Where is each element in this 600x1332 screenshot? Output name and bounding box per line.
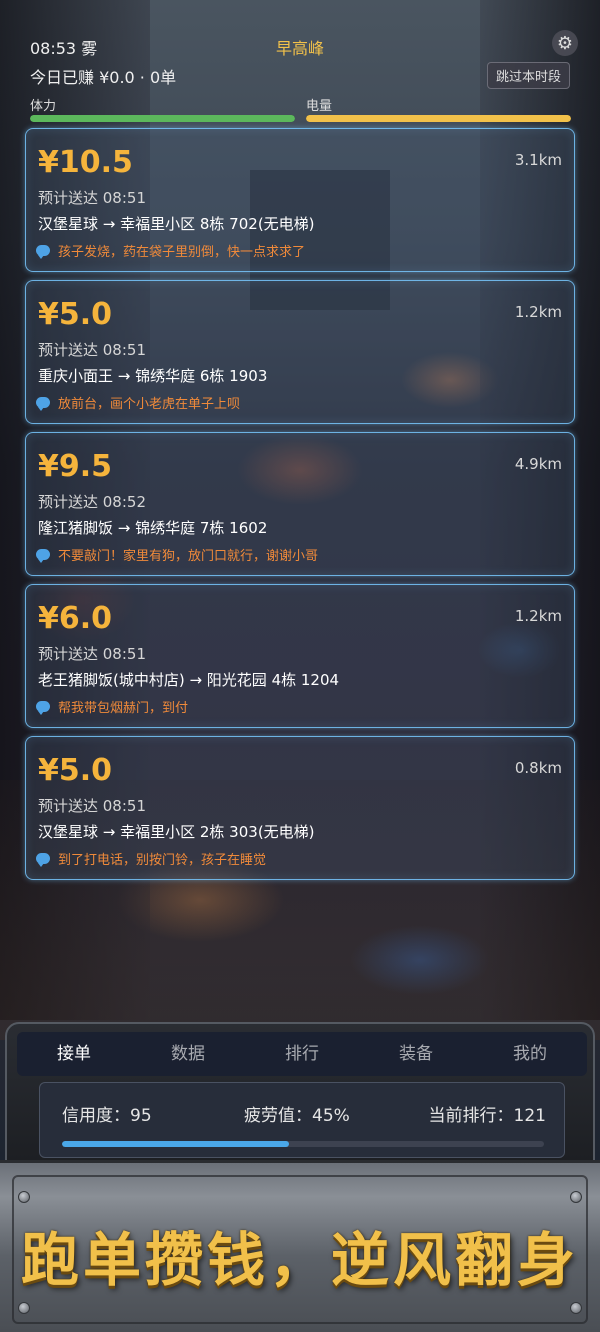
bolt-icon — [18, 1191, 30, 1203]
order-note: 不要敲门！家里有狗，放门口就行，谢谢小哥 — [36, 545, 318, 564]
credit-score: 信用度：95 — [62, 1106, 152, 1126]
message-icon — [36, 853, 50, 867]
tab-ranking[interactable]: 排行 — [245, 1032, 359, 1076]
order-price: ¥10.5 — [38, 145, 133, 180]
order-price: ¥6.0 — [38, 601, 113, 636]
order-card[interactable]: ¥9.5 4.9km 预计送达 08:52 隆江猪脚饭 → 锦绣华庭 7栋 16… — [25, 432, 575, 576]
order-price: ¥5.0 — [38, 753, 113, 788]
promo-banner: 跑单攒钱，逆风翻身 — [0, 1160, 600, 1332]
order-list: ¥10.5 3.1km 预计送达 08:51 汉堡星球 → 幸福里小区 8栋 7… — [25, 128, 575, 888]
gear-icon: ⚙ — [556, 32, 574, 54]
order-distance: 0.8km — [514, 759, 562, 777]
order-eta: 预计送达 08:51 — [38, 797, 146, 815]
order-note: 到了打电话，别按门铃，孩子在睡觉 — [36, 849, 266, 868]
stamina-bar-fill — [30, 115, 295, 122]
message-icon — [36, 549, 50, 563]
order-note-text: 到了打电话，别按门铃，孩子在睡觉 — [58, 853, 267, 868]
fatigue-value: 疲劳值：45% — [244, 1106, 350, 1126]
order-note-text: 帮我带包烟赫门，到付 — [58, 701, 189, 716]
order-note-text: 不要敲门！家里有狗，放门口就行，谢谢小哥 — [58, 549, 319, 564]
credit-bar — [62, 1141, 544, 1147]
order-eta: 预计送达 08:52 — [38, 493, 146, 511]
message-icon — [36, 245, 50, 259]
order-card[interactable]: ¥10.5 3.1km 预计送达 08:51 汉堡星球 → 幸福里小区 8栋 7… — [25, 128, 575, 272]
bottom-panel: 接单 数据 排行 装备 我的 信用度：95 疲劳值：45% 当前排行：121 — [5, 1022, 595, 1172]
settings-button[interactable]: ⚙ — [552, 30, 578, 56]
today-earnings: 今日已赚 ¥0.0 · 0单 — [30, 68, 177, 87]
time-period: 早高峰 — [275, 39, 324, 58]
order-route: 汉堡星球 → 幸福里小区 2栋 303(无电梯) — [38, 823, 315, 841]
order-price: ¥5.0 — [38, 297, 113, 332]
bolt-icon — [570, 1191, 582, 1203]
order-card[interactable]: ¥6.0 1.2km 预计送达 08:51 老王猪脚饭(城中村店) → 阳光花园… — [25, 584, 575, 728]
tab-equipment[interactable]: 装备 — [359, 1032, 473, 1076]
order-distance: 1.2km — [514, 303, 562, 321]
order-note-text: 放前台，画个小老虎在单子上呗 — [58, 397, 241, 412]
order-price: ¥9.5 — [38, 449, 113, 484]
message-icon — [36, 701, 50, 715]
stats-panel: 信用度：95 疲劳值：45% 当前排行：121 — [39, 1082, 565, 1158]
bolt-icon — [18, 1302, 30, 1314]
skip-period-button[interactable]: 跳过本时段 — [486, 62, 570, 89]
credit-bar-fill — [62, 1141, 289, 1147]
battery-bar — [306, 115, 571, 122]
order-route: 隆江猪脚饭 → 锦绣华庭 7栋 1602 — [38, 519, 268, 537]
order-card[interactable]: ¥5.0 0.8km 预计送达 08:51 汉堡星球 → 幸福里小区 2栋 30… — [25, 736, 575, 880]
stamina-label: 体力 — [30, 99, 57, 114]
order-note: 帮我带包烟赫门，到付 — [36, 697, 188, 716]
order-route: 重庆小面王 → 锦绣华庭 6栋 1903 — [38, 367, 268, 385]
order-distance: 4.9km — [514, 455, 562, 473]
order-distance: 1.2km — [514, 607, 562, 625]
battery-label: 电量 — [306, 99, 333, 114]
order-eta: 预计送达 08:51 — [38, 189, 146, 207]
bolt-icon — [570, 1302, 582, 1314]
banner-slogan: 跑单攒钱，逆风翻身 — [20, 1226, 579, 1294]
order-card[interactable]: ¥5.0 1.2km 预计送达 08:51 重庆小面王 → 锦绣华庭 6栋 19… — [25, 280, 575, 424]
current-rank: 当前排行：121 — [428, 1106, 546, 1126]
battery-bar-fill — [306, 115, 571, 122]
order-eta: 预计送达 08:51 — [38, 645, 146, 663]
tab-bar: 接单 数据 排行 装备 我的 — [17, 1032, 587, 1076]
tab-profile[interactable]: 我的 — [473, 1032, 587, 1076]
stamina-bar — [30, 115, 295, 122]
order-distance: 3.1km — [514, 151, 562, 169]
order-eta: 预计送达 08:51 — [38, 341, 146, 359]
order-note-text: 孩子发烧，药在袋子里别倒，快一点求求了 — [58, 245, 306, 260]
order-route: 老王猪脚饭(城中村店) → 阳光花园 4栋 1204 — [38, 671, 340, 689]
order-route: 汉堡星球 → 幸福里小区 8栋 702(无电梯) — [38, 215, 315, 233]
message-icon — [36, 397, 50, 411]
tab-orders[interactable]: 接单 — [17, 1032, 131, 1076]
order-note: 放前台，画个小老虎在单子上呗 — [36, 393, 240, 412]
status-bar: 08:53 雾 早高峰 ⚙ 今日已赚 ¥0.0 · 0单 跳过本时段 体力 电量 — [0, 0, 600, 122]
tab-data[interactable]: 数据 — [131, 1032, 245, 1076]
order-note: 孩子发烧，药在袋子里别倒，快一点求求了 — [36, 241, 305, 260]
